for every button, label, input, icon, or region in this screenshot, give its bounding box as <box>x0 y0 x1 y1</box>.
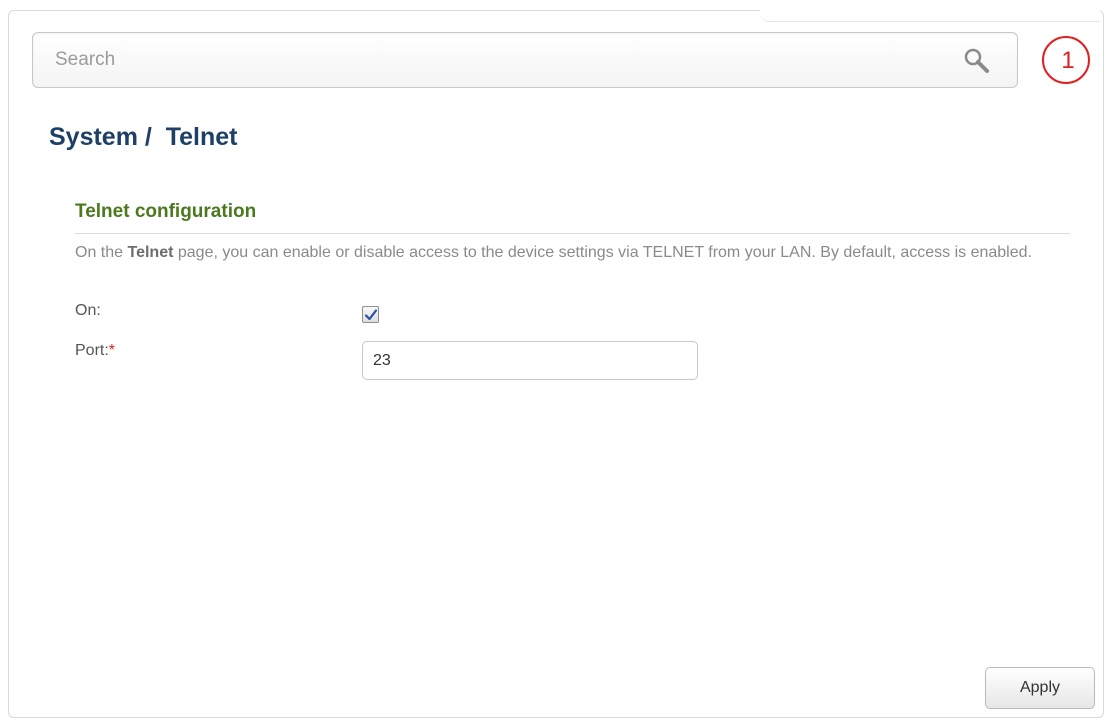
section-divider <box>75 233 1070 234</box>
section-description: On the Telnet page, you can enable or di… <box>75 243 1065 262</box>
checkmark-icon <box>364 309 378 321</box>
description-bold: Telnet <box>127 244 174 261</box>
description-prefix: On the <box>75 244 128 261</box>
search-input[interactable] <box>33 33 953 87</box>
search-icon[interactable] <box>961 45 993 77</box>
search-bar <box>32 32 1018 88</box>
notifications-button[interactable]: 1 <box>1038 32 1098 92</box>
port-label-text: Port: <box>75 342 109 359</box>
description-suffix: page, you can enable or disable access t… <box>173 244 1032 261</box>
apply-button[interactable]: Apply <box>985 667 1095 709</box>
panel-notch <box>760 0 1100 22</box>
notification-count: 1 <box>1061 47 1075 74</box>
required-mark: * <box>108 342 116 359</box>
notification-badge: 1 <box>1042 36 1090 84</box>
port-label: Port:* <box>75 342 115 360</box>
page-title: System / Telnet <box>49 123 238 151</box>
port-input[interactable] <box>362 341 698 380</box>
section-title: Telnet configuration <box>75 201 257 222</box>
on-label: On: <box>75 302 101 319</box>
on-checkbox[interactable] <box>362 306 379 323</box>
